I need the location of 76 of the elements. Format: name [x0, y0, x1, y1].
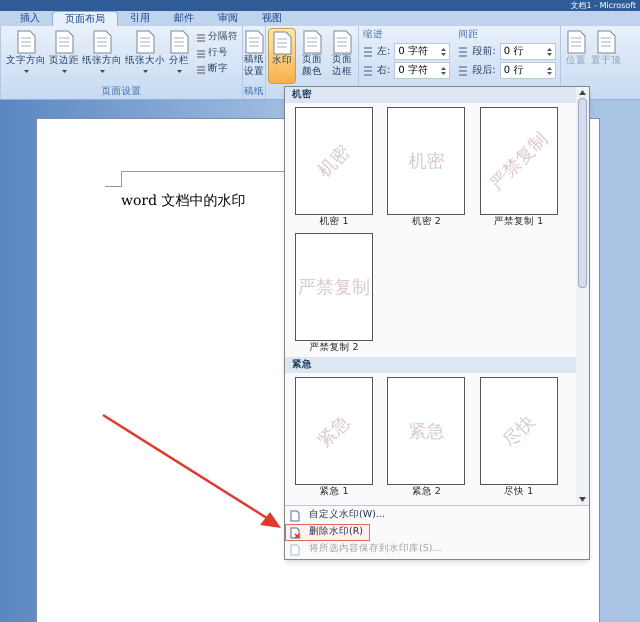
spacing-icon: [363, 66, 373, 76]
dropdown-caret-icon: [62, 70, 66, 74]
watermark-name: 严禁复制 1: [494, 215, 544, 229]
group-label: 稿纸: [243, 85, 265, 99]
ribbon-button[interactable]: 文字方向: [5, 30, 47, 85]
spin-field[interactable]: 0 字符: [394, 62, 450, 79]
page-icon: [289, 510, 301, 522]
menu-item[interactable]: 删除水印(R): [285, 524, 370, 541]
ribbon-button[interactable]: 稿纸设置: [243, 26, 265, 85]
spinner-arrows-icon[interactable]: [546, 66, 552, 74]
watermark-name: 紧急 1: [319, 485, 349, 499]
ribbon-button[interactable]: 纸张大小: [124, 30, 166, 85]
spinner-arrows-icon[interactable]: [546, 48, 552, 56]
field-label: 段后:: [472, 64, 496, 78]
page-icon: [15, 30, 37, 54]
ribbon-tab[interactable]: 引用: [118, 11, 162, 26]
ribbon-button[interactable]: 页边距: [48, 30, 80, 85]
spacing-icon: [458, 66, 468, 76]
spacing-icon: [363, 46, 373, 56]
page-icon: [331, 30, 353, 54]
spin-field[interactable]: 0 行: [500, 62, 556, 79]
ribbon-tab[interactable]: 视图: [250, 11, 294, 26]
lines-icon: [196, 32, 206, 42]
ribbon-button[interactable]: 水印: [268, 28, 296, 84]
ribbon-button[interactable]: 页面颜色: [298, 28, 326, 84]
ribbon-button[interactable]: 纸张方向: [81, 30, 123, 85]
spin-field[interactable]: 0 字符: [394, 43, 450, 60]
page-icon: [594, 30, 617, 54]
page-cross-icon: [289, 526, 301, 538]
spin-field[interactable]: 0 行: [500, 43, 556, 60]
field-label: 左:: [377, 45, 390, 59]
scroll-down-icon[interactable]: [579, 497, 586, 502]
scrollbar[interactable]: [576, 87, 589, 505]
dropdown-caret-icon: [24, 70, 28, 74]
section-header: 机密: [285, 87, 576, 103]
ribbon-tab[interactable]: 页面布局: [52, 11, 118, 26]
small-ribbon-button[interactable]: 分隔符: [196, 30, 238, 45]
small-ribbon-button[interactable]: 行号: [196, 46, 238, 61]
window-title: 文档1 - Microsoft: [570, 0, 636, 11]
ribbon-button[interactable]: 页面边框: [328, 28, 356, 84]
page-icon: [271, 31, 293, 55]
dropdown-caret-icon: [176, 70, 182, 74]
watermark-name: 尽快 1: [504, 485, 534, 499]
watermark-name: 严禁复制 2: [309, 341, 359, 355]
section-header: 紧急: [285, 357, 576, 373]
spinner-arrows-icon[interactable]: [441, 66, 446, 74]
page-icon: [53, 30, 75, 54]
ribbon-tab[interactable]: 邮件: [162, 11, 206, 26]
page-icon: [289, 544, 301, 556]
lines-icon: [196, 64, 206, 74]
field-label: 段前:: [472, 45, 496, 59]
page-icon: [91, 30, 113, 54]
dropdown-caret-icon: [142, 70, 148, 74]
page-icon: [564, 30, 587, 54]
spinner-arrows-icon[interactable]: [441, 48, 446, 56]
group-title: 缩进: [363, 28, 384, 42]
ribbon-tab[interactable]: 插入: [8, 11, 52, 26]
document-text: word 文档中的水印: [121, 192, 247, 211]
menu-item[interactable]: 自定义水印(W)...: [285, 507, 392, 524]
ribbon-button[interactable]: 分栏: [167, 30, 191, 85]
watermark-name: 紧急 2: [412, 485, 441, 499]
spacing-icon: [458, 46, 468, 56]
scroll-up-icon[interactable]: [579, 90, 586, 95]
ribbon-tab[interactable]: 审阅: [206, 11, 250, 26]
small-ribbon-button[interactable]: 断字: [196, 62, 238, 77]
page-icon: [301, 30, 323, 54]
page-icon: [134, 30, 156, 54]
group-label: 页面设置: [102, 84, 142, 99]
field-label: 右:: [377, 64, 390, 78]
watermark-name: 机密 1: [319, 215, 349, 229]
watermark-name: 机密 2: [412, 215, 441, 229]
group-title: 间距: [458, 28, 480, 42]
page-icon: [168, 30, 190, 54]
lines-icon: [196, 48, 206, 58]
dropdown-caret-icon: [100, 70, 104, 74]
grid-page-icon: [243, 30, 265, 54]
